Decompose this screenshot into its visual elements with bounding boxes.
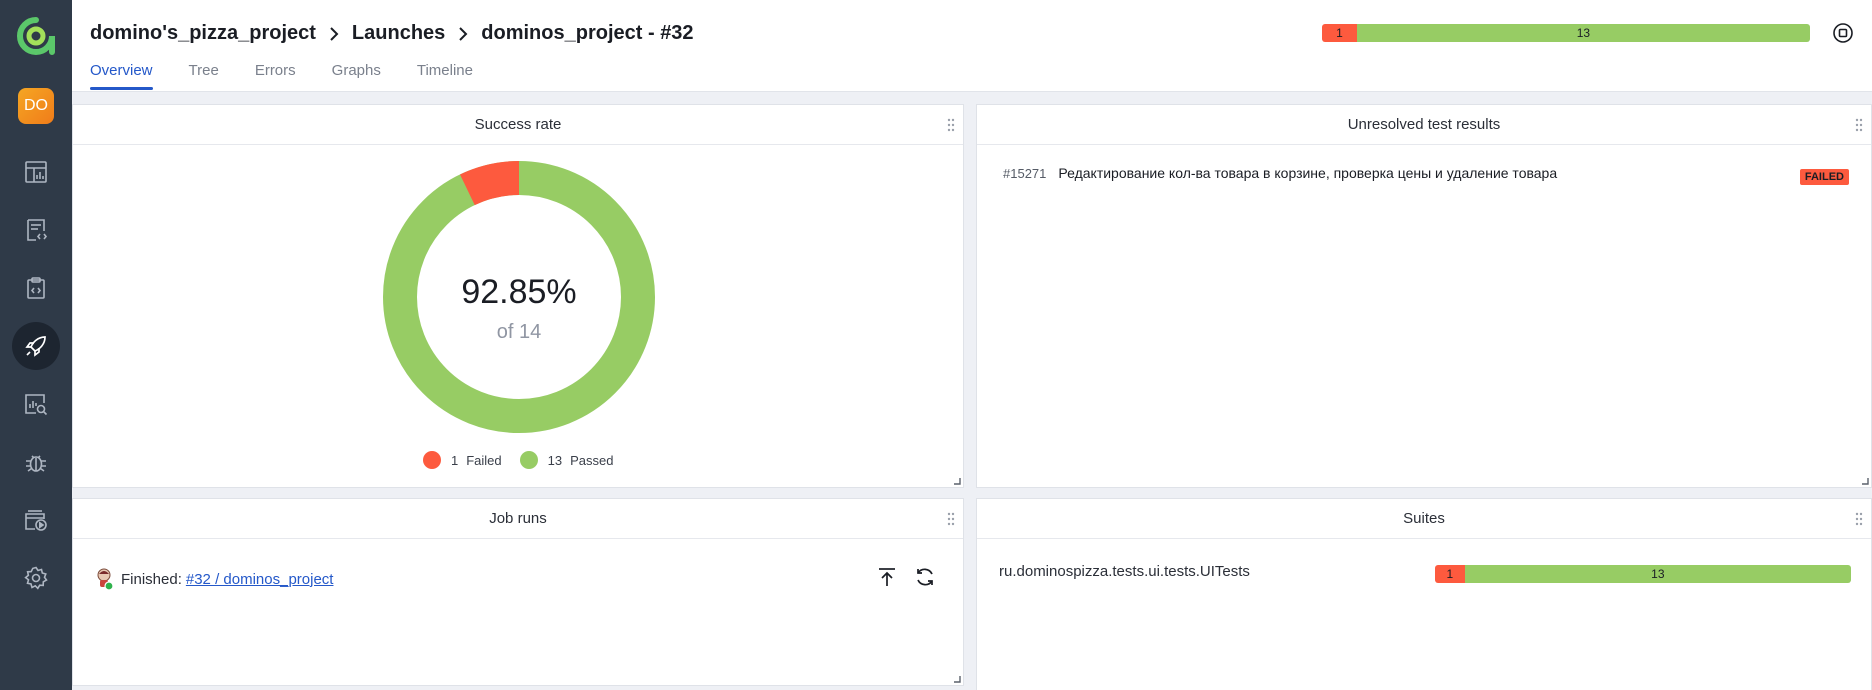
success-percent: 92.85% <box>461 273 577 311</box>
chevron-right-icon <box>457 26 469 42</box>
dashboard-icon <box>25 161 47 183</box>
test-cases-icon <box>27 219 48 241</box>
legend: 1 Failed 13 Passed <box>423 451 632 469</box>
suite-name[interactable]: ru.dominospizza.tests.ui.tests.UITests <box>999 563 1250 580</box>
job-run-link[interactable]: #32 / dominos_project <box>186 571 334 588</box>
sidebar-item-test-plans[interactable] <box>12 264 60 312</box>
sidebar-item-launches[interactable] <box>12 322 60 370</box>
launch-statistic-bar[interactable]: 1 13 <box>1322 24 1810 42</box>
legend-label: Failed <box>466 452 502 468</box>
chevron-right-icon <box>328 26 340 42</box>
list-item[interactable]: #15271 Редактирование кол-ва товара в ко… <box>1003 165 1872 181</box>
job-status-label: Finished: <box>121 570 182 588</box>
sidebar-item-settings[interactable] <box>12 554 60 602</box>
legend-passed: 13 Passed <box>519 451 614 469</box>
tab-graphs[interactable]: Graphs <box>332 62 381 90</box>
success-rate-panel: Success rate 92.85% of 14 1 Failed 13 Pa… <box>72 104 964 488</box>
job-actions <box>861 565 937 589</box>
test-plans-icon <box>27 277 45 299</box>
legend-count: 1 <box>451 452 459 468</box>
refresh-icon[interactable] <box>913 565 937 589</box>
legend-label: Passed <box>570 452 614 468</box>
passed-segment: 13 <box>1464 565 1851 583</box>
panel-title: Suites <box>977 499 1871 539</box>
drag-handle-icon[interactable] <box>1855 118 1863 132</box>
total-count: of 14 <box>496 321 542 343</box>
job-run-row: Finished: #32 / dominos_project <box>95 567 333 591</box>
passed-segment: 13 <box>1356 24 1810 42</box>
breadcrumb-launches[interactable]: Launches <box>352 22 445 45</box>
jobs-icon <box>25 510 47 531</box>
tab-errors[interactable]: Errors <box>255 62 296 90</box>
unresolved-panel: Unresolved test results #15271 Редактиро… <box>976 104 1872 488</box>
resize-handle-icon[interactable] <box>1861 477 1869 485</box>
passed-dot-icon <box>519 451 538 469</box>
tab-overview[interactable]: Overview <box>90 62 153 90</box>
sidebar: DO <box>0 0 72 690</box>
drag-handle-icon[interactable] <box>947 512 955 526</box>
upload-icon[interactable] <box>875 565 899 589</box>
failed-segment: 1 <box>1435 565 1465 583</box>
drag-handle-icon[interactable] <box>1855 512 1863 526</box>
success-rate-donut: 92.85% of 14 <box>383 160 655 433</box>
header: domino's_pizza_project Launches dominos_… <box>72 0 1872 92</box>
legend-failed: 1 Failed <box>423 451 502 469</box>
test-id: #15271 <box>1003 165 1047 181</box>
failed-dot-icon <box>423 451 441 469</box>
allure-logo-icon[interactable] <box>16 16 56 56</box>
analytics-icon <box>25 394 48 416</box>
defects-icon <box>26 455 46 472</box>
panel-title: Unresolved test results <box>977 105 1871 145</box>
resize-handle-icon[interactable] <box>953 477 961 485</box>
sidebar-item-test-cases[interactable] <box>12 206 60 254</box>
gear-icon <box>24 566 48 590</box>
status-badge: FAILED <box>1799 169 1849 185</box>
suite-statistic-bar: 1 13 <box>1435 565 1851 583</box>
tab-timeline[interactable]: Timeline <box>417 62 473 90</box>
jenkins-icon <box>97 568 114 591</box>
sidebar-item-analytics[interactable] <box>12 380 60 428</box>
job-runs-panel: Job runs Finished: #32 / dominos_project <box>72 498 964 686</box>
sidebar-item-dashboards[interactable] <box>12 148 60 196</box>
sidebar-item-jobs[interactable] <box>12 496 60 544</box>
panel-title: Success rate <box>73 105 963 145</box>
launches-icon <box>25 336 46 357</box>
test-name[interactable]: Редактирование кол-ва товара в корзине, … <box>1058 165 1557 181</box>
avatar[interactable]: DO <box>18 88 54 124</box>
tabs: Overview Tree Errors Graphs Timeline <box>90 62 509 90</box>
panel-title-text: Suites <box>1403 510 1445 527</box>
panel-title-text: Job runs <box>489 510 547 527</box>
failed-segment: 1 <box>1322 24 1357 42</box>
breadcrumb-launch: dominos_project - #32 <box>481 22 694 44</box>
stop-icon[interactable] <box>1832 22 1854 44</box>
sidebar-item-defects[interactable] <box>12 438 60 486</box>
panel-title-text: Unresolved test results <box>1347 116 1501 133</box>
breadcrumb: domino's_pizza_project Launches dominos_… <box>90 22 694 45</box>
panel-title-text: Success rate <box>474 116 562 133</box>
resize-handle-icon[interactable] <box>953 675 961 683</box>
breadcrumb-project[interactable]: domino's_pizza_project <box>90 22 316 45</box>
suites-panel: Suites ru.dominospizza.tests.ui.tests.UI… <box>976 498 1872 690</box>
tab-tree[interactable]: Tree <box>189 62 219 90</box>
legend-count: 13 <box>547 452 563 468</box>
drag-handle-icon[interactable] <box>947 118 955 132</box>
panel-title: Job runs <box>73 499 963 539</box>
